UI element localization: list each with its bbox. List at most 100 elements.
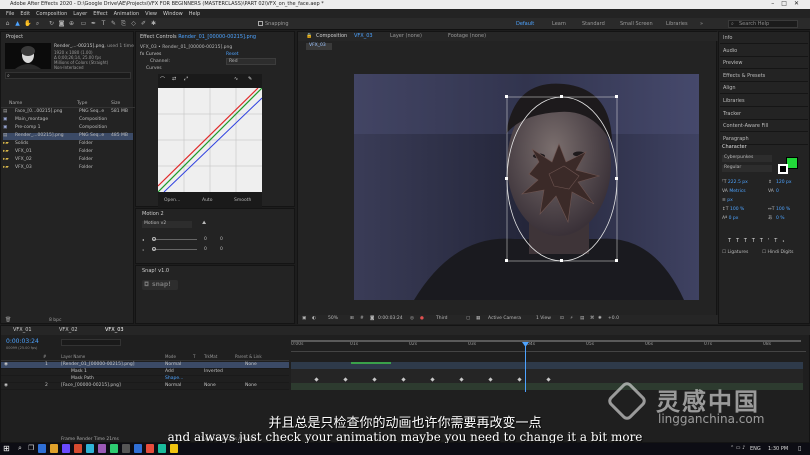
workspace-small-screen[interactable]: Small Screen <box>620 21 653 27</box>
playhead[interactable] <box>525 342 526 392</box>
timeline-tab-vfx_03[interactable]: VFX_03 <box>105 327 124 333</box>
taskbar-app-icon[interactable] <box>50 444 58 453</box>
rectangle-tool-icon[interactable]: ▭ <box>80 20 87 27</box>
pan-behind-tool-icon[interactable]: ⊕ <box>68 20 75 27</box>
taskbar-app-icon[interactable] <box>122 444 130 453</box>
workspace-overflow-icon[interactable]: » <box>700 21 703 27</box>
panel-content-aware-fill[interactable]: Content-Aware Fill <box>720 120 808 133</box>
safe-zones-icon[interactable]: ⊞ <box>350 316 354 321</box>
keyframe-icon[interactable] <box>343 377 348 382</box>
auto-button[interactable]: Auto <box>202 198 212 203</box>
bpc-label[interactable]: 8 bpc <box>49 318 61 323</box>
taskbar-app-icon[interactable] <box>110 444 118 453</box>
project-item[interactable]: ▸▰ VFX_02 Folder <box>3 157 133 164</box>
camera-tool-icon[interactable]: ◙ <box>58 20 65 27</box>
clone-stamp-tool-icon[interactable]: ⎘ <box>120 20 127 27</box>
taskbar-app-icon[interactable] <box>98 444 106 453</box>
lock-icon[interactable]: 🔒 <box>306 33 312 39</box>
type-tool-icon[interactable]: T <box>100 20 107 27</box>
timeline-layer-row[interactable]: ◉ 1 [Render_01_[00000-00215].png] Normal Non… <box>1 362 289 369</box>
col-mode[interactable]: Mode <box>165 354 176 359</box>
exposure-icon[interactable]: ✺ <box>598 316 602 321</box>
effect-name[interactable]: Curves <box>146 52 162 57</box>
taskbar-app-icon[interactable] <box>170 444 178 453</box>
task-view-icon[interactable]: ❐ <box>28 444 34 452</box>
selection-tool-icon[interactable]: ▲ <box>14 20 21 27</box>
roto-brush-tool-icon[interactable]: ✐ <box>140 20 147 27</box>
rotate-tool-icon[interactable]: ↻ <box>48 20 55 27</box>
keyframe-icon[interactable] <box>488 377 493 382</box>
menu-animation[interactable]: Animation <box>114 11 140 17</box>
font-size-value[interactable]: 222.5 px <box>728 180 748 185</box>
taskbar-app-icon[interactable] <box>134 444 142 453</box>
taskbar-app-icon[interactable] <box>38 444 46 453</box>
taskbar-search-icon[interactable]: ⌕ <box>18 444 22 453</box>
resolution-select[interactable]: Third <box>436 316 447 321</box>
keyframe-icon[interactable] <box>372 377 377 382</box>
zoom-tool-icon[interactable]: ⌕ <box>34 20 41 27</box>
timeline-tab-vfx_02[interactable]: VFX_02 <box>59 327 78 333</box>
open-button[interactable]: Open... <box>164 198 180 203</box>
grid-icon[interactable]: # <box>360 316 364 321</box>
taskbar-app-icon[interactable] <box>86 444 94 453</box>
motion2-slider-2-handle[interactable] <box>152 247 156 251</box>
current-time[interactable]: 0:00:03:24 <box>378 316 403 321</box>
col-layer-name[interactable]: Layer Name <box>61 354 85 359</box>
project-item[interactable]: ▸▰ VFX_01 Folder <box>3 149 133 156</box>
col-parent[interactable]: Parent & Link <box>235 354 262 359</box>
motion2-value-1[interactable]: 0 <box>204 237 207 242</box>
transparency-grid-icon[interactable]: ▦ <box>476 316 480 321</box>
curve-swap-icon[interactable]: ⇄ <box>172 76 176 82</box>
keyframe-icon[interactable] <box>546 377 551 382</box>
col-size[interactable]: Size <box>111 101 120 106</box>
channel-select[interactable]: Red <box>226 58 276 65</box>
tsume-value[interactable]: 0 % <box>776 214 785 223</box>
project-item[interactable]: ▤ Render_...00215].png PNG Seq..e 485 MB <box>3 133 133 140</box>
timeline-tab-vfx_01[interactable]: VFX_01 <box>13 327 32 333</box>
menu-composition[interactable]: Composition <box>36 11 67 17</box>
panel-info[interactable]: Info <box>720 32 808 44</box>
layer-parent[interactable]: None <box>245 383 257 388</box>
motion2-slider-2[interactable] <box>152 249 197 250</box>
motion2-tab[interactable]: Motion 2 <box>142 211 164 217</box>
project-item[interactable]: ▤ Face_[0...00215].png PNG Seq..e 581 MB <box>3 109 133 116</box>
visibility-eye-icon[interactable]: ◉ <box>4 383 8 388</box>
smooth-button[interactable]: Smooth <box>234 198 251 203</box>
font-style-select[interactable]: Regular <box>722 165 772 172</box>
menu-layer[interactable]: Layer <box>73 11 87 17</box>
layer-name[interactable]: Mask 1 <box>71 369 87 374</box>
flowchart-icon[interactable]: ⌘ <box>590 316 595 321</box>
pencil-icon[interactable]: ✎ <box>248 76 252 82</box>
zoom-select[interactable]: 50% <box>328 316 338 321</box>
col-trkmat[interactable]: TrkMat <box>204 354 217 359</box>
composition-viewer[interactable] <box>354 74 699 300</box>
timeline-icon[interactable]: ▤ <box>580 316 584 321</box>
project-item[interactable]: ▣ Main_montage Composition <box>3 117 133 124</box>
snap-logo[interactable]: ◘ snap! <box>142 280 178 290</box>
layer-name[interactable]: Mask Path <box>71 376 94 381</box>
workspace-learn[interactable]: Learn <box>552 21 566 27</box>
layer-trkmat[interactable]: None <box>204 383 216 388</box>
curve-tool-icon[interactable]: ⌒ <box>160 76 165 83</box>
timeline-layer-row[interactable]: ◉ 2 [Face_[00000-00215].png] Normal None None <box>1 383 289 390</box>
menu-edit[interactable]: Edit <box>20 11 30 17</box>
col-type[interactable]: Type <box>77 101 87 106</box>
project-search-input[interactable]: ⌕ <box>5 72 131 79</box>
stroke-width-value[interactable]: px <box>727 198 733 203</box>
motion2-value-2[interactable]: 0 <box>204 247 207 252</box>
toggle-pixel-icon[interactable]: ⊡ <box>560 316 564 321</box>
effect-controls-tab[interactable]: Effect Controls <box>140 34 177 40</box>
motion2-slider-1-handle[interactable] <box>152 237 156 241</box>
layer-tab[interactable]: Layer (none) <box>390 33 422 39</box>
kerning-value[interactable]: Metrics <box>729 189 745 194</box>
character-title[interactable]: Character <box>722 144 747 150</box>
col-name[interactable]: Name <box>9 101 22 106</box>
hand-tool-icon[interactable]: ✋ <box>24 20 31 27</box>
taskbar-app-icon[interactable] <box>158 444 166 453</box>
layer-mode[interactable]: Normal <box>165 383 181 388</box>
panel-tracker[interactable]: Tracker <box>720 108 808 120</box>
snapshot-camera-icon[interactable]: ◙ <box>370 316 374 321</box>
taskbar-app-icon[interactable] <box>74 444 82 453</box>
windows-start-icon[interactable]: ⊞ <box>3 444 10 453</box>
layer-parent[interactable]: None <box>245 362 257 367</box>
